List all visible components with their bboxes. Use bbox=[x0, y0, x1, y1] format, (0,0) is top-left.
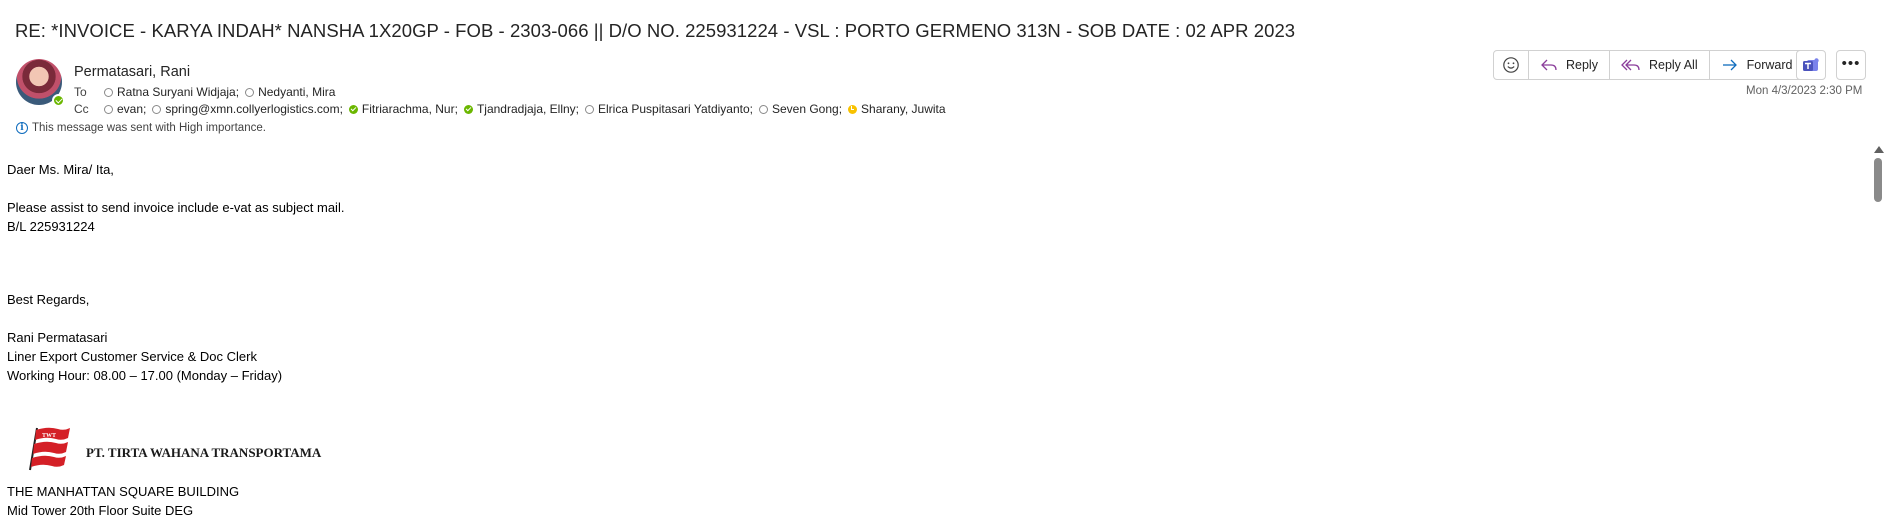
company-name: PT. TIRTA WAHANA TRANSPORTAMA bbox=[86, 445, 322, 460]
teams-button[interactable] bbox=[1796, 50, 1826, 80]
info-icon: i bbox=[16, 122, 28, 134]
forward-arrow-icon bbox=[1722, 59, 1737, 71]
to-recipients: Ratna Suryani Widjaja; Nedyanti, Mira bbox=[104, 85, 341, 100]
to-label: To bbox=[74, 85, 87, 100]
recipient-name: Nedyanti, Mira bbox=[258, 85, 336, 99]
away-presence-icon bbox=[848, 104, 858, 114]
recipient[interactable]: Ratna Suryani Widjaja; bbox=[104, 85, 239, 99]
address-line: Mid Tower 20th Floor Suite DEG bbox=[7, 503, 194, 519]
offline-presence-icon bbox=[104, 104, 113, 114]
company-flag-logo: TWT bbox=[29, 427, 70, 471]
recipient[interactable]: spring@xmn.collyerlogistics.com; bbox=[152, 102, 343, 116]
cc-label: Cc bbox=[74, 102, 89, 117]
body-greeting: Daer Ms. Mira/ Ita, bbox=[7, 162, 114, 177]
address-line: THE MANHATTAN SQUARE BUILDING bbox=[7, 484, 240, 499]
signature-name: Rani Permatasari bbox=[7, 329, 108, 345]
offline-presence-icon bbox=[758, 104, 768, 114]
received-date: Mon 4/3/2023 2:30 PM bbox=[1746, 85, 1863, 97]
signature-hours: Working Hour: 08.00 – 17.00 (Monday – Fr… bbox=[7, 368, 283, 384]
recipient[interactable]: Elrica Puspitasari Yatdiyanto; bbox=[585, 102, 753, 116]
scroll-up-arrow-icon[interactable] bbox=[1874, 146, 1884, 153]
company-address: THE MANHATTAN SQUARE BUILDING Mid Tower … bbox=[7, 482, 239, 520]
recipient-name: Ratna Suryani Widjaja; bbox=[117, 85, 240, 99]
cc-line: Cc evan; spring@xmn.collyerlogistics.com;… bbox=[74, 102, 952, 117]
more-actions-button[interactable]: ••• bbox=[1836, 50, 1866, 80]
available-presence-icon bbox=[463, 104, 473, 114]
to-line: To Ratna Suryani Widjaja; Nedyanti, Mira bbox=[74, 85, 341, 100]
message-actions-toolbar: Reply Reply All Forward bbox=[1493, 50, 1805, 80]
available-presence-icon bbox=[52, 94, 65, 107]
forward-button[interactable]: Forward bbox=[1710, 51, 1804, 79]
sender-avatar[interactable] bbox=[16, 59, 65, 107]
body-line: B/L 225931224 bbox=[7, 219, 95, 235]
body-regards: Best Regards, bbox=[7, 291, 90, 307]
reaction-button[interactable] bbox=[1494, 51, 1529, 79]
recipient[interactable]: Seven Gong; bbox=[758, 102, 843, 116]
recipient-name: Elrica Puspitasari Yatdiyanto; bbox=[598, 102, 753, 116]
importance-text: This message was sent with High importan… bbox=[32, 122, 266, 134]
svg-text:TWT: TWT bbox=[42, 433, 56, 439]
recipient-name: Tjandradjaja, Ellny; bbox=[476, 102, 580, 116]
company-logo: TWT PT. TIRTA WAHANA TRANSPORTAMA bbox=[24, 424, 321, 472]
recipient[interactable]: Nedyanti, Mira bbox=[245, 85, 335, 99]
reply-label: Reply bbox=[1566, 58, 1598, 72]
offline-presence-icon bbox=[585, 104, 595, 114]
body-line: Please assist to send invoice include e-… bbox=[7, 200, 345, 216]
reply-icon bbox=[1541, 59, 1557, 71]
recipient-name: spring@xmn.collyerlogistics.com; bbox=[165, 102, 343, 116]
sender-name[interactable]: Permatasari, Rani bbox=[74, 64, 190, 80]
recipient-name: Sharany, Juwita bbox=[861, 102, 946, 116]
reply-button[interactable]: Reply bbox=[1529, 51, 1610, 79]
reply-all-button[interactable]: Reply All bbox=[1610, 51, 1710, 79]
forward-label: Forward bbox=[1746, 58, 1793, 72]
email-subject: RE: *INVOICE - KARYA INDAH* NANSHA 1X20G… bbox=[15, 20, 1296, 41]
cc-recipients: evan; spring@xmn.collyerlogistics.com; Fit… bbox=[104, 102, 952, 117]
recipient[interactable]: evan; bbox=[104, 102, 146, 116]
importance-banner: i This message was sent with High import… bbox=[16, 122, 266, 134]
vertical-scrollbar[interactable] bbox=[1872, 144, 1886, 513]
reply-all-label: Reply All bbox=[1648, 58, 1698, 72]
scroll-thumb[interactable] bbox=[1874, 158, 1882, 202]
more-icon: ••• bbox=[1841, 54, 1861, 72]
recipient-name: evan; bbox=[117, 102, 147, 116]
signature-title: Liner Export Customer Service & Doc Cler… bbox=[7, 349, 257, 365]
offline-presence-icon bbox=[245, 87, 255, 97]
recipient-name: Fitriarachma, Nur; bbox=[361, 102, 458, 116]
teams-icon bbox=[1803, 58, 1819, 71]
recipient[interactable]: Tjandradjaja, Ellny; bbox=[463, 102, 580, 116]
offline-presence-icon bbox=[152, 104, 162, 114]
recipient-name: Seven Gong; bbox=[771, 102, 843, 116]
message-body: Daer Ms. Mira/ Ita, Please assist to sen… bbox=[7, 160, 344, 385]
recipient[interactable]: Fitriarachma, Nur; bbox=[348, 102, 458, 116]
reply-all-icon bbox=[1621, 59, 1640, 71]
smiley-icon bbox=[1503, 57, 1519, 73]
recipient[interactable]: Sharany, Juwita bbox=[848, 102, 946, 116]
offline-presence-icon bbox=[104, 87, 113, 97]
available-presence-icon bbox=[348, 104, 358, 114]
